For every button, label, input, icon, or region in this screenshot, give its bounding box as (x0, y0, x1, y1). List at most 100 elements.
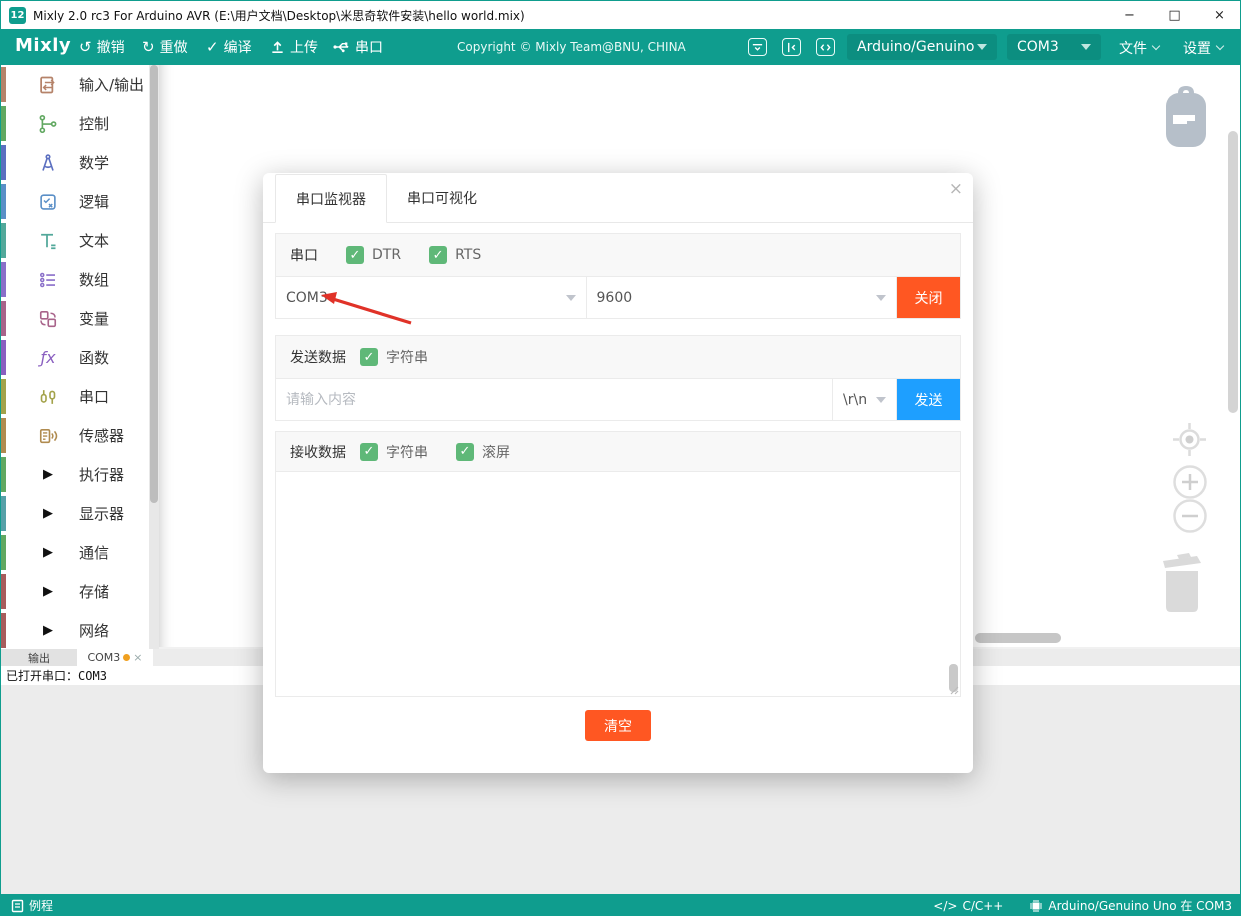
sidebar-item-display[interactable]: ▶ 显示器 (1, 494, 159, 533)
receive-data-section: 接收数据 ✓ 字符串 ✓ 滚屏 (275, 431, 961, 697)
redo-label: 重做 (160, 37, 188, 57)
workspace-vscroll-thumb[interactable] (1228, 131, 1238, 413)
dtr-checkbox[interactable]: ✓ DTR (346, 246, 401, 264)
examples-button[interactable]: 例程 (11, 897, 53, 914)
sidebar-item-io[interactable]: 输入/输出 (1, 65, 159, 104)
recenter-icon[interactable] (1171, 421, 1208, 458)
sidebar-item-label: 函数 (79, 347, 109, 368)
category-stripe (1, 340, 6, 375)
checkbox-check-icon: ✓ (429, 246, 447, 264)
sensor-icon (35, 426, 61, 446)
sidebar-scrollbar-thumb[interactable] (150, 65, 158, 503)
zoom-out-icon[interactable] (1172, 498, 1208, 534)
file-menu[interactable]: 文件 (1119, 38, 1159, 58)
send-string-label: 字符串 (386, 347, 428, 367)
category-stripe (1, 574, 6, 609)
receive-string-checkbox[interactable]: ✓ 字符串 (360, 442, 428, 462)
sidebar-item-variable[interactable]: 变量 (1, 299, 159, 338)
receive-string-label: 字符串 (386, 442, 428, 462)
resize-grip-icon[interactable] (948, 684, 959, 695)
sidebar-item-sensor[interactable]: 传感器 (1, 416, 159, 455)
copyright-text: Copyright © Mixly Team@BNU, CHINA (457, 40, 686, 54)
settings-menu[interactable]: 设置 (1183, 38, 1223, 58)
language-indicator[interactable]: </> C/C++ (933, 899, 1003, 913)
checkbox-check-icon: ✓ (456, 443, 474, 461)
zoom-in-icon[interactable] (1172, 464, 1208, 500)
minimize-button[interactable]: − (1107, 1, 1152, 29)
send-input[interactable] (276, 379, 832, 420)
sidebar-item-label: 传感器 (79, 425, 124, 446)
send-button[interactable]: 发送 (897, 379, 960, 420)
function-icon: ƒx (35, 348, 61, 367)
serial-controls-row: COM3 9600 关闭 (276, 277, 960, 318)
sidebar-item-logic[interactable]: 逻辑 (1, 182, 159, 221)
code-view-button[interactable] (816, 38, 835, 56)
sidebar-item-label: 显示器 (79, 503, 124, 524)
clear-button[interactable]: 清空 (585, 710, 651, 741)
compile-button[interactable]: ✓ 编译 (206, 37, 252, 57)
collapse-panel-button[interactable] (782, 38, 801, 56)
category-stripe (1, 184, 6, 219)
sidebar-item-communication[interactable]: ▶ 通信 (1, 533, 159, 572)
close-port-button[interactable]: 关闭 (897, 277, 960, 318)
tab-serial-visualization[interactable]: 串口可视化 (387, 173, 497, 222)
receive-textarea[interactable] (276, 472, 960, 696)
port-select-value: COM3 (1017, 39, 1059, 55)
workspace-hscroll-thumb[interactable] (975, 633, 1061, 643)
undo-button[interactable]: ↺ 撤销 (79, 37, 125, 57)
upload-label: 上传 (290, 37, 318, 57)
chevron-down-icon (1152, 42, 1160, 50)
console-message: 已打开串口： (6, 667, 78, 684)
trash-icon[interactable] (1157, 551, 1207, 615)
sidebar-item-actuator[interactable]: ▶ 执行器 (1, 455, 159, 494)
import-blocks-button[interactable] (748, 38, 767, 56)
serial-open-dot-icon (123, 654, 130, 661)
window-controls: − □ × (1107, 1, 1241, 29)
com-port-select[interactable]: COM3 (276, 277, 587, 318)
tab-serial-monitor[interactable]: 串口监视器 (275, 174, 387, 223)
close-button[interactable]: × (1197, 1, 1241, 29)
mixly-logo-icon: 12 (9, 7, 26, 24)
file-menu-label: 文件 (1119, 38, 1147, 58)
sidebar-item-array[interactable]: 数组 (1, 260, 159, 299)
line-ending-select[interactable]: \r\n (833, 379, 897, 420)
sidebar-item-label: 网络 (79, 620, 109, 641)
sidebar-item-function[interactable]: ƒx 函数 (1, 338, 159, 377)
checkbox-check-icon: ✓ (360, 443, 378, 461)
baud-rate-select[interactable]: 9600 (587, 277, 898, 318)
port-select[interactable]: COM3 (1007, 34, 1101, 60)
redo-icon: ↻ (142, 40, 155, 55)
category-stripe (1, 106, 6, 141)
tab-com3[interactable]: COM3 × (77, 649, 153, 666)
line-ending-value: \r\n (843, 392, 867, 408)
category-stripe (1, 535, 6, 570)
autoscroll-checkbox[interactable]: ✓ 滚屏 (456, 442, 510, 462)
category-stripe (1, 418, 6, 453)
send-string-checkbox[interactable]: ✓ 字符串 (360, 347, 428, 367)
maximize-button[interactable]: □ (1152, 1, 1197, 29)
dialog-close-icon[interactable]: × (949, 179, 963, 199)
sidebar-item-label: 输入/输出 (79, 74, 144, 95)
sidebar-item-serial[interactable]: 串口 (1, 377, 159, 416)
redo-button[interactable]: ↻ 重做 (142, 37, 188, 57)
upload-button[interactable]: 上传 (270, 37, 318, 57)
category-stripe (1, 145, 6, 180)
board-select[interactable]: Arduino/Genuino (847, 34, 997, 60)
math-icon (35, 153, 61, 173)
brand-label[interactable]: Mixly (15, 35, 71, 56)
sidebar-item-label: 数组 (79, 269, 109, 290)
sidebar-item-text[interactable]: 文本 (1, 221, 159, 260)
sidebar-item-control[interactable]: 控制 (1, 104, 159, 143)
rts-checkbox[interactable]: ✓ RTS (429, 246, 481, 264)
sidebar-item-math[interactable]: 数学 (1, 143, 159, 182)
autoscroll-label: 滚屏 (482, 442, 510, 462)
sidebar-item-network[interactable]: ▶ 网络 (1, 611, 159, 650)
serial-settings-header: 串口 ✓ DTR ✓ RTS (276, 234, 960, 277)
tab-close-icon[interactable]: × (133, 651, 142, 664)
serial-button[interactable]: 串口 (333, 37, 383, 57)
sidebar-item-storage[interactable]: ▶ 存储 (1, 572, 159, 611)
tab-output[interactable]: 输出 (1, 649, 77, 666)
receive-data-header: 接收数据 ✓ 字符串 ✓ 滚屏 (276, 432, 960, 472)
board-select-value: Arduino/Genuino (857, 39, 974, 55)
backpack-icon[interactable] (1161, 83, 1211, 149)
